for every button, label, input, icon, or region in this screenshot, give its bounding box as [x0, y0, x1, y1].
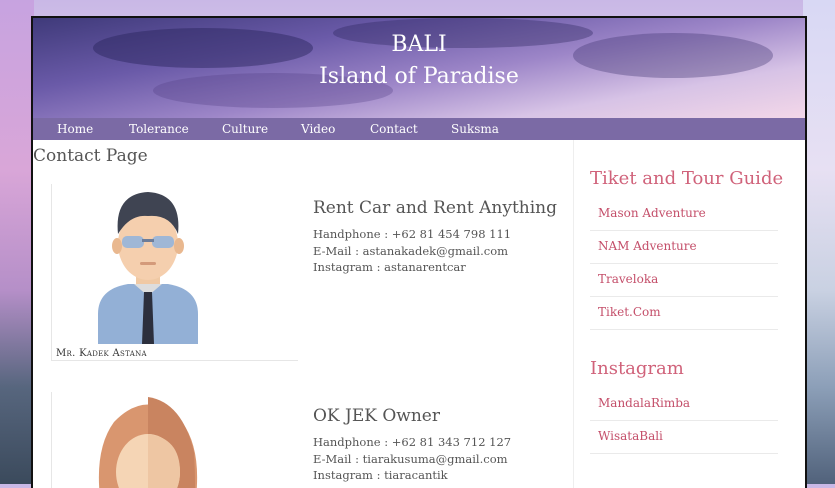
main-content: Contact Page Mr. Kadek Astana Rent Car a…: [33, 140, 573, 488]
page-title: Contact Page: [33, 146, 148, 166]
contact-heading: OK JEK Owner: [313, 406, 440, 426]
sidebar: Tiket and Tour Guide Mason Adventure NAM…: [573, 140, 805, 488]
sidebar-link-nam-adventure[interactable]: NAM Adventure: [590, 231, 778, 264]
main-nav: Home Tolerance Culture Video Contact Suk…: [33, 118, 805, 140]
sidebar-link-traveloka[interactable]: Traveloka: [590, 264, 778, 297]
contact-card: Mr. Kadek Astana: [51, 184, 298, 361]
instagram-links: MandalaRimba WisataBali: [590, 388, 778, 454]
sidebar-tour-title: Tiket and Tour Guide: [590, 168, 784, 189]
sidebar-link-tiket-com[interactable]: Tiket.Com: [590, 297, 778, 330]
contact-email: E-Mail : astanakadek@gmail.com: [313, 243, 509, 258]
nav-culture[interactable]: Culture: [222, 121, 268, 137]
contact-card: [51, 392, 298, 488]
contact-phone: Handphone : +62 81 454 798 111: [313, 227, 512, 241]
nav-tolerance[interactable]: Tolerance: [129, 121, 189, 137]
contact-heading: Rent Car and Rent Anything: [313, 198, 558, 218]
sidebar-instagram-title: Instagram: [590, 358, 684, 379]
avatar-man: [78, 184, 218, 344]
contact-email: E-Mail : tiarakusuma@gmail.com: [313, 451, 508, 466]
avatar-woman: [78, 392, 218, 488]
header-banner: BALI Island of Paradise: [33, 18, 805, 118]
sidebar-link-wisatabali[interactable]: WisataBali: [590, 421, 778, 454]
contact-name: Mr. Kadek Astana: [56, 348, 147, 359]
nav-suksma[interactable]: Suksma: [451, 121, 499, 137]
sidebar-link-mason-adventure[interactable]: Mason Adventure: [590, 198, 778, 231]
tour-links: Mason Adventure NAM Adventure Traveloka …: [590, 198, 778, 330]
sidebar-link-mandalarimba[interactable]: MandalaRimba: [590, 388, 778, 421]
contact-info: OK JEK Owner Handphone : +62 81 343 712 …: [313, 406, 573, 484]
site-title: BALI: [391, 32, 447, 57]
contact-phone: Handphone : +62 81 343 712 127: [313, 435, 512, 449]
nav-contact[interactable]: Contact: [370, 121, 418, 137]
background-left: [0, 0, 34, 484]
nav-video[interactable]: Video: [301, 121, 335, 137]
page-frame: BALI Island of Paradise Home Tolerance C…: [31, 16, 807, 488]
contact-instagram: Instagram : astanarentcar: [313, 260, 466, 274]
site-subtitle: Island of Paradise: [319, 64, 519, 89]
contact-info: Rent Car and Rent Anything Handphone : +…: [313, 198, 573, 276]
nav-home[interactable]: Home: [57, 121, 93, 137]
background-right: [803, 0, 835, 484]
contact-instagram: Instagram : tiaracantik: [313, 468, 448, 482]
